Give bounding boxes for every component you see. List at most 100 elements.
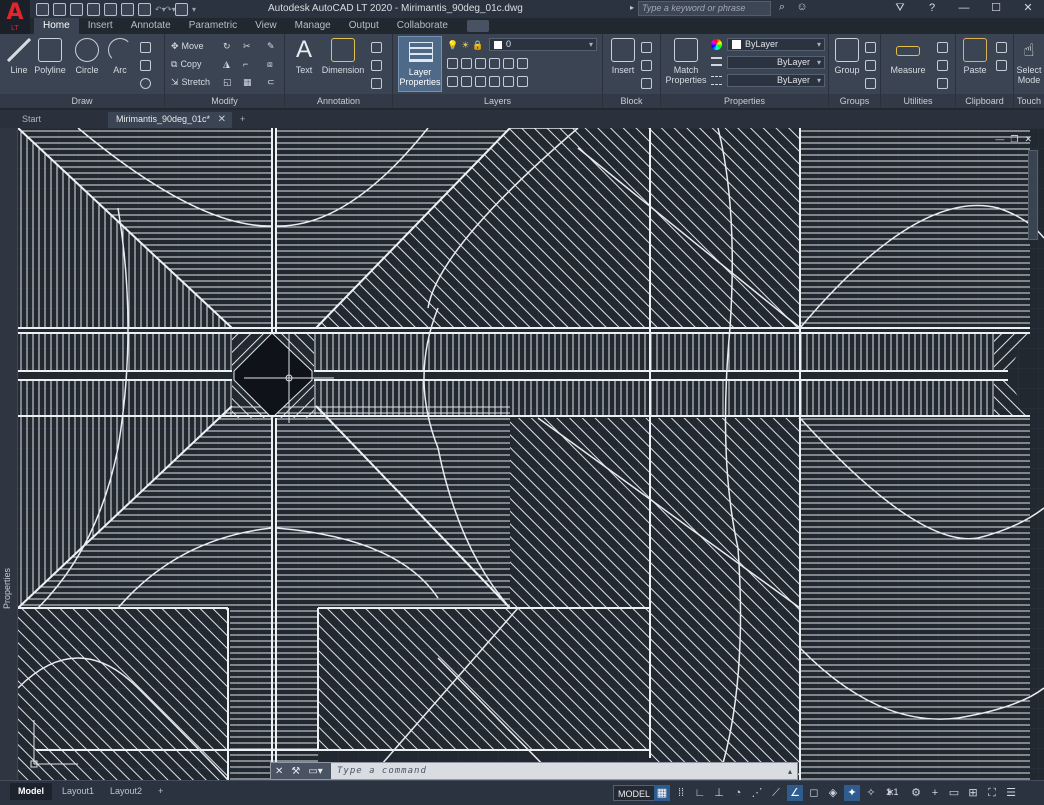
save-icon[interactable]	[70, 2, 83, 16]
isodraft-icon[interactable]: ⋰	[749, 785, 765, 801]
layer-properties-button[interactable]: Layer Properties	[398, 36, 442, 92]
model-space-toggle[interactable]: MODEL	[613, 785, 656, 801]
layer-thaw-icon[interactable]	[475, 75, 486, 87]
properties-panel-title[interactable]: Properties	[661, 94, 828, 108]
plot-icon[interactable]	[104, 2, 117, 16]
line-button[interactable]: Line	[2, 38, 36, 75]
polar-icon[interactable]: ◔	[730, 785, 746, 801]
annotation-visibility-icon[interactable]: ✧	[863, 785, 879, 801]
new-tab-button[interactable]: +	[232, 112, 252, 128]
leader-tool[interactable]	[371, 58, 382, 72]
qat-customize-icon[interactable]: ▾	[192, 5, 198, 14]
selection-cycling-icon[interactable]: ✦	[844, 785, 860, 801]
circle-button[interactable]: Circle	[70, 38, 104, 75]
create-block-tool[interactable]	[641, 40, 652, 54]
maximize-button[interactable]: ☐	[980, 0, 1012, 18]
measure-button[interactable]: Measure	[887, 38, 929, 75]
edit-block-tool[interactable]	[641, 58, 652, 72]
explode-button[interactable]: ⊂	[267, 75, 275, 89]
minimize-button[interactable]: —	[948, 0, 980, 18]
lineweight-display-icon[interactable]: ◻	[806, 785, 822, 801]
save-as-icon[interactable]	[87, 2, 100, 16]
paste-button[interactable]: Paste	[958, 38, 992, 75]
tab-output[interactable]: Output	[340, 18, 388, 34]
ellipse-tool[interactable]	[140, 76, 151, 90]
lock-icon[interactable]: 🔒	[472, 40, 483, 51]
text-button[interactable]: A Text	[287, 38, 321, 76]
tab-annotate[interactable]: Annotate	[122, 18, 180, 34]
tab-manage[interactable]: Manage	[286, 18, 340, 34]
draw-panel-title[interactable]: Draw	[0, 94, 164, 108]
annotation-scale[interactable]: 1:1	[886, 787, 899, 797]
select-mode-button[interactable]: ☝ Select Mode	[1012, 38, 1044, 85]
add-layout-button[interactable]: +	[150, 783, 171, 800]
navigation-bar[interactable]	[1028, 150, 1038, 240]
ungroup-tool[interactable]	[865, 40, 876, 54]
ribbon-minimize-toggle[interactable]	[466, 20, 489, 32]
fillet-button[interactable]: ⌐	[243, 57, 248, 71]
layers-panel-title[interactable]: Layers	[393, 94, 602, 108]
layer-match-icon[interactable]	[503, 57, 514, 69]
customization-menu-icon[interactable]: ☰	[1003, 785, 1019, 801]
offset-button[interactable]: ⧈	[267, 57, 273, 71]
application-menu-button[interactable]: A LT	[0, 0, 30, 34]
move-button[interactable]: ✥ Move	[171, 39, 204, 53]
layer-on-icon[interactable]	[447, 75, 458, 87]
stretch-button[interactable]: ⇲ Stretch	[171, 75, 210, 89]
groups-panel-title[interactable]: Groups	[829, 94, 880, 108]
print-icon[interactable]	[138, 2, 151, 16]
infer-constraints-icon[interactable]: ∟	[692, 785, 708, 801]
user-icon[interactable]: ☺	[796, 1, 808, 14]
search-input[interactable]: Type a keyword or phrase	[638, 1, 771, 16]
select-similar-tool[interactable]	[937, 40, 948, 54]
modify-panel-title[interactable]: Modify	[165, 94, 284, 108]
grid-icon[interactable]: ▦	[654, 785, 670, 801]
search-expand-icon[interactable]: ▸	[630, 3, 634, 12]
array-button[interactable]: ▦	[243, 75, 252, 89]
layer-freeze-icon[interactable]	[475, 57, 486, 69]
command-customize-icon[interactable]: ⚒	[291, 766, 300, 777]
sun-icon[interactable]: ☀	[461, 40, 469, 51]
copy-button[interactable]: ⧉ Copy	[171, 57, 201, 71]
command-close-icon[interactable]: ✕	[275, 766, 283, 777]
mirror-button[interactable]: ◮	[223, 57, 230, 71]
annotation-panel-title[interactable]: Annotation	[285, 94, 392, 108]
insert-button[interactable]: Insert	[606, 38, 640, 75]
transparency-icon[interactable]: ◈	[825, 785, 841, 801]
quick-calc-tool[interactable]	[937, 58, 948, 72]
touch-panel-title[interactable]: Touch	[1014, 94, 1044, 108]
scale-button[interactable]: ◱	[223, 75, 232, 89]
tab-view[interactable]: View	[246, 18, 286, 34]
lightbulb-icon[interactable]: 💡	[447, 40, 458, 51]
color-wheel-icon[interactable]	[711, 39, 722, 50]
group-edit-tool[interactable]	[865, 58, 876, 72]
trim-button[interactable]: ✂	[243, 39, 251, 53]
copy-clip-tool[interactable]	[996, 58, 1007, 72]
utilities-panel-title[interactable]: Utilities	[881, 94, 955, 108]
arc-button[interactable]: Arc	[103, 38, 137, 75]
annotation-monitor-icon[interactable]: +	[927, 785, 943, 801]
ortho-icon[interactable]: ⊥	[711, 785, 727, 801]
open-file-icon[interactable]	[53, 2, 66, 16]
units-icon[interactable]: ▭	[946, 785, 962, 801]
help-icon[interactable]: ?	[916, 0, 948, 18]
cut-tool[interactable]	[996, 40, 1007, 54]
redo-icon[interactable]: ↷▾	[165, 5, 176, 14]
file-tab-drawing[interactable]: Mirimantis_90deg_01c* ✕	[108, 112, 232, 128]
layer-isolate-icon[interactable]	[461, 57, 472, 69]
match-properties-button[interactable]: Match Properties	[665, 38, 707, 85]
object-snap-tracking-icon[interactable]: ⟋	[768, 785, 784, 801]
viewport-minimize-button[interactable]: —	[995, 134, 1004, 145]
linear-dim-tool[interactable]	[371, 40, 382, 54]
layer-unisolate-icon[interactable]	[461, 75, 472, 87]
clipboard-panel-title[interactable]: Clipboard	[956, 94, 1013, 108]
layer-unlock-icon[interactable]	[489, 75, 500, 87]
dimension-button[interactable]: Dimension	[321, 38, 365, 75]
close-tab-icon[interactable]: ✕	[218, 112, 226, 127]
linetype-dropdown[interactable]: ByLayer	[727, 74, 825, 87]
attribute-tool[interactable]	[641, 76, 652, 90]
properties-side-palette[interactable]: Properties	[0, 128, 18, 780]
layout-tab-layout1[interactable]: Layout1	[54, 783, 102, 800]
drawing-canvas[interactable]	[18, 128, 1044, 780]
tab-home[interactable]: Home	[34, 18, 79, 34]
